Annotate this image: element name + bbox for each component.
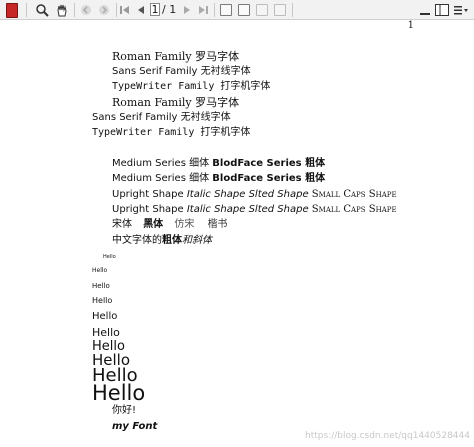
rotate-icon[interactable] (254, 2, 270, 18)
toolbar-separator (74, 3, 75, 17)
page-total-label: / 1 (162, 3, 177, 16)
songti-text: 宋体 (112, 219, 132, 230)
medium-series-text: Medium Series 细体 (112, 173, 213, 184)
roman-family-line: Roman Family 罗马字体 (112, 96, 240, 109)
page-number: 1 (407, 20, 414, 31)
typewriter-family-line: TypeWriter Family 打字机字体 (92, 127, 251, 138)
upright-shape-text: Upright Shape (112, 204, 187, 215)
italic-shape-text: Italic Shape Slted Shape (186, 204, 312, 215)
zoom-icon[interactable] (34, 2, 50, 18)
series-line: Medium Series 细体 BlodFace Series 粗体 (112, 159, 325, 169)
cjk-fonts-line: 宋体 黑体 仿宋 楷书 (112, 220, 228, 230)
toolbar-separator (292, 3, 293, 17)
pdf-toolbar: 1 / 1 (0, 0, 474, 20)
next-page-icon[interactable] (180, 2, 194, 18)
small-caps-text: Small Caps Shape (311, 189, 397, 200)
toolbar-separator (116, 3, 117, 17)
kaishu-text: 楷书 (207, 219, 228, 230)
continuous-icon[interactable] (272, 2, 288, 18)
hello-footnotesize: Hello (92, 282, 110, 290)
menu-icon[interactable] (452, 2, 470, 18)
app-icon (4, 2, 20, 18)
upright-shape-text: Upright Shape (112, 189, 187, 200)
hello-large: Hello (92, 326, 120, 339)
back-icon[interactable] (78, 2, 94, 18)
hello-small: Hello (92, 296, 113, 305)
hello-Huge: Hello (92, 381, 146, 405)
italic-shape-text: Italic Shape Slted Shape (186, 189, 312, 200)
mixed-bold-text: 粗体 (162, 235, 182, 246)
sans-serif-family-line: Sans Serif Family 无衬线字体 (92, 112, 231, 123)
bold-series-text: BlodFace Series 粗体 (212, 173, 326, 184)
watermark: https://blog.csdn.net/qq1440528444 (305, 431, 470, 441)
bold-series-text: BlodFace Series 粗体 (212, 158, 326, 169)
forward-icon[interactable] (96, 2, 112, 18)
nihao-text: 你好! (112, 405, 137, 416)
sidebar-toggle-icon[interactable] (434, 2, 450, 18)
fit-width-icon[interactable] (236, 2, 252, 18)
hello-scriptsize: Hello (92, 267, 108, 274)
page-number-input[interactable]: 1 (150, 3, 160, 16)
roman-family-line: Roman Family 罗马字体 (112, 50, 240, 63)
mixed-italic-text: 和斜体 (182, 235, 212, 246)
hello-tiny: Hello (103, 254, 116, 260)
fit-page-icon[interactable] (218, 2, 234, 18)
fangsong-text: 仿宋 (174, 219, 195, 230)
mixed-style-line: 中文字体的粗体和斜体 (112, 236, 212, 246)
first-page-icon[interactable] (118, 2, 132, 18)
mixed-normal-text: 中文字体的 (112, 235, 162, 246)
minimize-icon[interactable] (418, 2, 432, 18)
previous-page-icon[interactable] (134, 2, 148, 18)
medium-series-text: Medium Series 细体 (112, 158, 213, 169)
toolbar-separator (26, 3, 27, 17)
my-font-text: my Font (112, 421, 158, 432)
sans-serif-family-line: Sans Serif Family 无衬线字体 (112, 66, 251, 77)
last-page-icon[interactable] (196, 2, 210, 18)
small-caps-text: Small Caps Shape (311, 204, 397, 215)
typewriter-family-line: TypeWriter Family 打字机字体 (112, 81, 271, 92)
shape-line: Upright Shape Italic Shape Slted Shape S… (112, 190, 397, 200)
heiti-text: 黑体 (143, 219, 164, 230)
series-line: Medium Series 细体 BlodFace Series 粗体 (112, 174, 325, 184)
shape-line: Upright Shape Italic Shape Slted Shape S… (112, 205, 397, 215)
hand-tool-icon[interactable] (54, 2, 70, 18)
hello-normalsize: Hello (92, 311, 118, 322)
toolbar-separator (214, 3, 215, 17)
